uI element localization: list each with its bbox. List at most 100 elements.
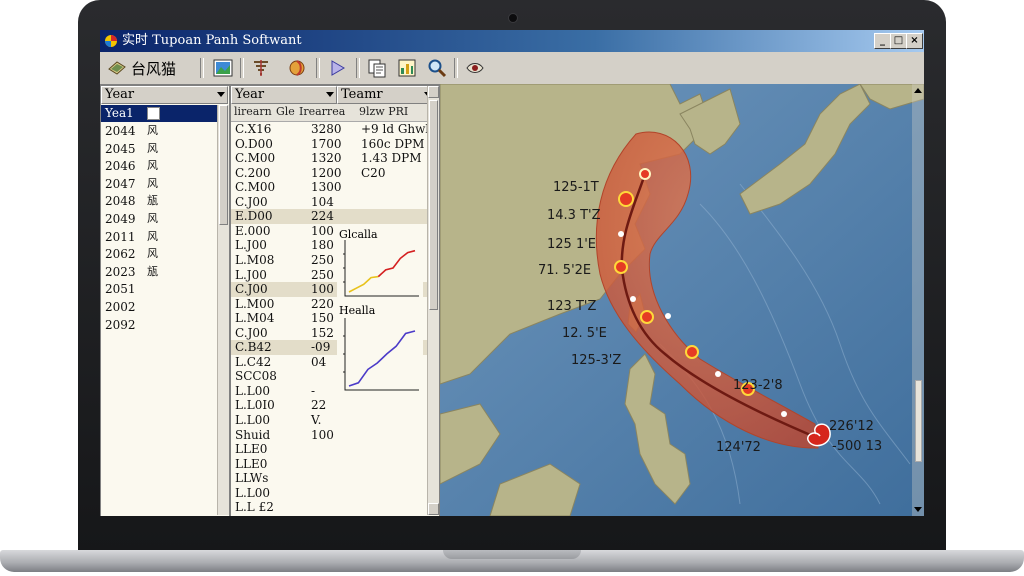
year-list-scrollbar[interactable] [217, 105, 229, 515]
play-icon [331, 60, 345, 76]
list-item[interactable]: 2045 风 [101, 141, 217, 158]
table-row[interactable]: LLE0 [231, 457, 427, 472]
track-label: 124'72 [716, 440, 761, 455]
image-button[interactable] [210, 56, 236, 80]
copy-button[interactable] [364, 56, 390, 80]
table-row[interactable]: L.L00 [231, 486, 427, 501]
table-row[interactable]: E.D00 224 [231, 209, 427, 224]
chart-button[interactable] [394, 56, 420, 80]
cell-code: C.J00 [235, 325, 268, 340]
year-list-header[interactable]: Year [101, 86, 228, 104]
table-row[interactable]: LLWs [231, 471, 427, 486]
list-item[interactable]: 2048 瓬 [101, 193, 217, 210]
close-button[interactable]: × [906, 33, 923, 49]
table-row[interactable]: L.L £2 [231, 500, 427, 515]
list-item[interactable]: 2049 风 [101, 211, 217, 228]
cell-value: -09 [311, 340, 331, 355]
map-scrollbar[interactable] [912, 84, 924, 516]
year-value: 2047 [105, 176, 136, 191]
maximize-button[interactable]: □ [890, 33, 907, 49]
scroll-thumb[interactable] [429, 100, 438, 310]
chevron-down-icon [326, 92, 334, 97]
list-item[interactable]: 2092 [101, 317, 217, 334]
chart-series-line [348, 330, 416, 387]
selected-year: Yea1 [105, 106, 134, 120]
cell-value: 250 [311, 267, 334, 282]
typhoon-mark: 风 [147, 229, 158, 243]
typhoon-mark: 风 [147, 176, 158, 190]
list-item[interactable]: 2051 [101, 281, 217, 298]
table-row[interactable]: L.L0I0 22 [231, 398, 427, 413]
typhoon-track-map[interactable]: 125-1T 14.3 T'Z 125 1'E 71. 5'2E 123 T'Z… [440, 84, 924, 516]
checkbox[interactable] [147, 107, 160, 120]
cell-code: LLE0 [235, 456, 268, 471]
cell-value: 100 [311, 223, 334, 238]
minimize-button[interactable]: _ [874, 33, 891, 49]
track-label: 123-2'8 [733, 378, 783, 393]
table-row[interactable]: LLE0 [231, 442, 427, 457]
year-list-pane: Year Yea1 2044 风 2045 风 2046 风 2047 风 2048 瓬 2049 风… [100, 85, 230, 516]
typhoon-mark: 风 [147, 159, 158, 173]
scroll-down-arrow[interactable] [914, 507, 922, 512]
inspect-button[interactable] [462, 56, 488, 80]
cell-code: L.M00 [235, 296, 275, 311]
cell-extra: +9 ld Ghwl [361, 122, 430, 136]
cell-code: C.200 [235, 165, 271, 180]
cell-code: C.M00 [235, 180, 276, 195]
cell-code: Shuid [235, 427, 271, 442]
year-value: 2062 [105, 247, 136, 262]
list-item[interactable]: 2023 瓬 [101, 264, 217, 281]
table-header-team[interactable]: Teamr [337, 86, 435, 104]
cell-value: 1300 [311, 180, 342, 195]
list-item[interactable]: 2062 风 [101, 246, 217, 263]
table-row[interactable]: C.J00 104 [231, 195, 427, 210]
cell-code: C.J00 [235, 282, 268, 297]
typhoon-button[interactable] [248, 56, 274, 80]
scroll-down-arrow[interactable] [428, 503, 439, 515]
list-item[interactable]: 2046 风 [101, 158, 217, 175]
typhoon-mark: 风 [147, 247, 158, 261]
play-button[interactable] [324, 56, 350, 80]
cell-value: 220 [311, 296, 334, 311]
search-button[interactable] [424, 56, 450, 80]
typhoon-mark: 风 [147, 124, 158, 137]
cell-code: L.M08 [235, 252, 275, 267]
list-item[interactable]: 2011 风 [101, 229, 217, 246]
scroll-up-arrow[interactable] [914, 88, 922, 93]
list-item[interactable]: 2047 风 [101, 176, 217, 193]
table-row[interactable]: L.L00 V. [231, 413, 427, 428]
table-row[interactable]: Shuid 100 [231, 428, 427, 443]
scroll-thumb[interactable] [219, 105, 228, 225]
year-list-header-label: Year [105, 87, 135, 102]
table-row[interactable]: C.M00 1300 [231, 180, 427, 195]
image-icon [213, 59, 233, 77]
track-label: 12. 5'E [562, 326, 607, 341]
year-value: 2048 [105, 194, 136, 209]
mini-chart-2-plot [343, 318, 419, 391]
scroll-up-arrow[interactable] [428, 86, 439, 98]
list-item[interactable]: 2002 [101, 299, 217, 316]
scroll-thumb[interactable] [915, 380, 922, 462]
list-item[interactable]: 2044 风 [101, 123, 217, 140]
tornado-button[interactable] [284, 56, 310, 80]
table-row[interactable]: C.X16 3280 +9 ld Ghwl [231, 122, 430, 137]
cell-code: L.L £2 [235, 500, 274, 515]
table-scrollbar[interactable] [427, 86, 439, 515]
map-canvas: 125-1T 14.3 T'Z 125 1'E 71. 5'2E 123 T'Z… [440, 84, 924, 516]
cell-code: SCC08 [235, 369, 277, 384]
table-row[interactable]: C.200 1200 C20 [231, 166, 427, 181]
mini-chart-2: Healla [337, 304, 423, 394]
cell-code: E.D00 [235, 209, 273, 224]
table-row[interactable]: O.D00 1700 160c DPM [231, 137, 427, 152]
search-icon [428, 59, 447, 78]
chart-icon [398, 59, 416, 77]
table-header-year[interactable]: Year [231, 86, 337, 104]
selected-row[interactable]: Yea1 [101, 105, 217, 122]
table-row[interactable]: C.M00 1320 1.43 DPM [231, 151, 427, 166]
typhoon-menu-button[interactable]: 台风猫 [104, 56, 179, 80]
cell-code: L.J00 [235, 267, 267, 282]
toolbar-separator [316, 58, 320, 78]
subheader-col3: Irearrea [299, 105, 346, 118]
cell-extra: C20 [361, 165, 386, 180]
cell-value: - [311, 383, 316, 398]
